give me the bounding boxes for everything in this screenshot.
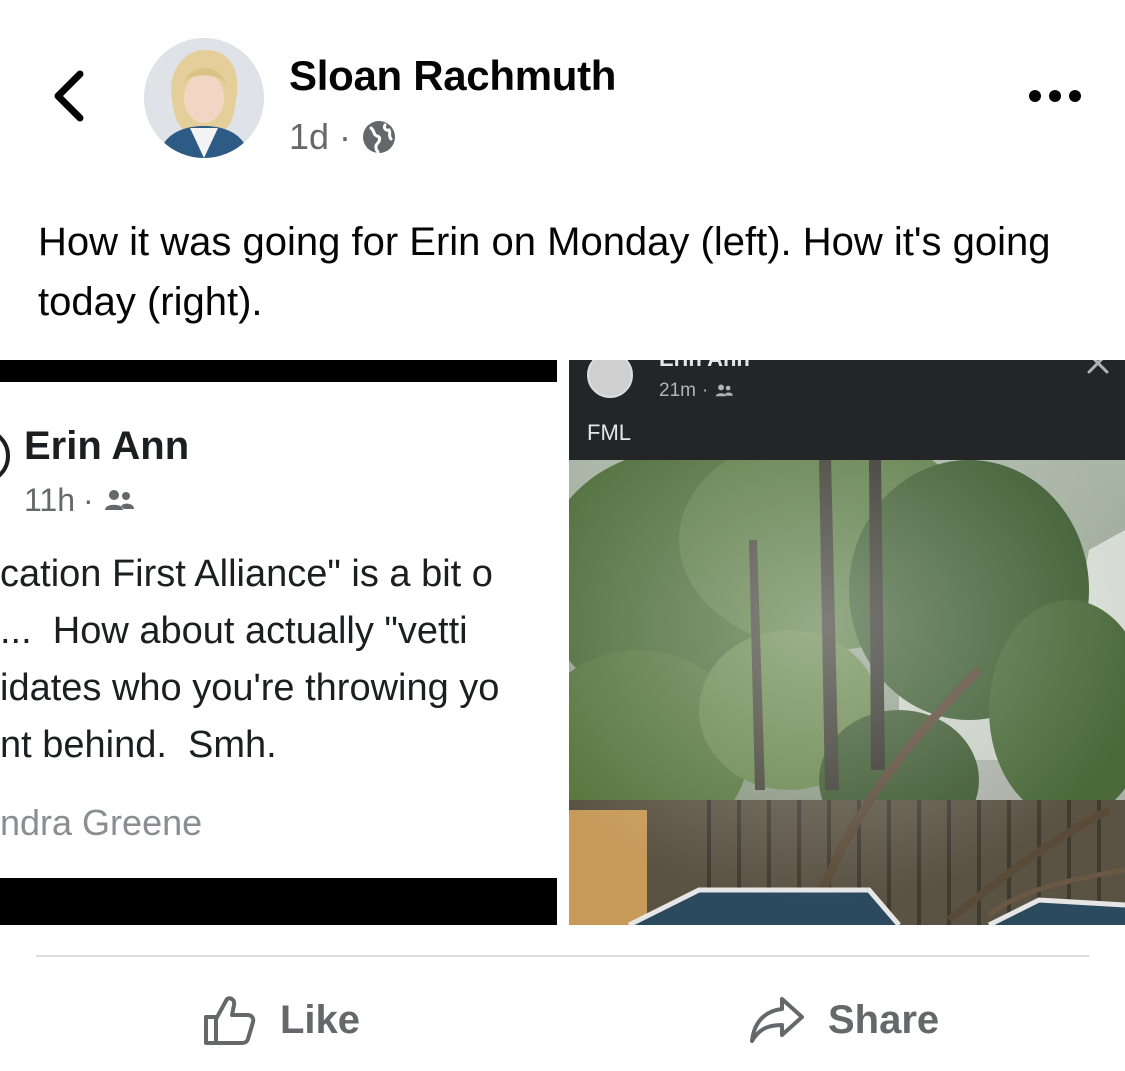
right-post-text: FML xyxy=(587,420,631,445)
thumbs-up-icon xyxy=(204,996,256,1045)
fallen-tree-photo xyxy=(569,460,1125,925)
left-meta: 11h · xyxy=(24,482,136,519)
friends-icon xyxy=(104,489,134,510)
action-divider xyxy=(36,955,1089,957)
like-button[interactable]: Like xyxy=(200,985,360,1055)
left-separator: · xyxy=(83,482,94,518)
left-avatar-edge xyxy=(0,428,10,484)
author-name[interactable]: Sloan Rachmuth xyxy=(289,52,616,100)
right-avatar xyxy=(587,360,633,398)
chevron-left-icon xyxy=(54,70,84,122)
avatar[interactable] xyxy=(144,38,264,158)
letterbox-top xyxy=(0,360,557,382)
post-meta: 1d · xyxy=(289,116,397,158)
post-caption: How it was going for Erin on Monday (lef… xyxy=(38,220,1051,324)
share-arrow-icon xyxy=(750,997,804,1043)
more-dots-icon xyxy=(1029,90,1081,102)
right-separator: · xyxy=(701,380,709,401)
more-options-button[interactable] xyxy=(1028,82,1082,110)
profile-photo xyxy=(144,38,264,158)
right-time: 21m xyxy=(659,380,696,401)
share-button[interactable]: Share xyxy=(748,985,939,1055)
left-author-name: Erin Ann xyxy=(24,424,190,468)
post-time[interactable]: 1d xyxy=(289,116,329,158)
friends-icon xyxy=(716,384,734,397)
right-post-header: Erin Ann 21m · FML xyxy=(569,360,1125,460)
left-time: 11h xyxy=(24,482,76,518)
right-meta: 21m · xyxy=(659,380,734,402)
right-screenshot-image[interactable]: Erin Ann 21m · FML xyxy=(569,360,1125,925)
left-screenshot-image[interactable]: Erin Ann 11h · cation First Alliance" is… xyxy=(0,360,557,925)
meta-separator: · xyxy=(339,116,352,157)
right-author-name: Erin Ann xyxy=(659,360,750,372)
left-signature: ndra Greene xyxy=(0,802,203,843)
back-button[interactable] xyxy=(48,68,92,124)
close-icon xyxy=(1087,360,1109,374)
letterbox-bottom xyxy=(0,878,557,925)
left-post-text: cation First Alliance" is a bit o ... Ho… xyxy=(0,553,500,766)
globe-icon xyxy=(363,121,396,154)
like-label: Like xyxy=(280,997,361,1042)
share-label: Share xyxy=(828,997,940,1042)
